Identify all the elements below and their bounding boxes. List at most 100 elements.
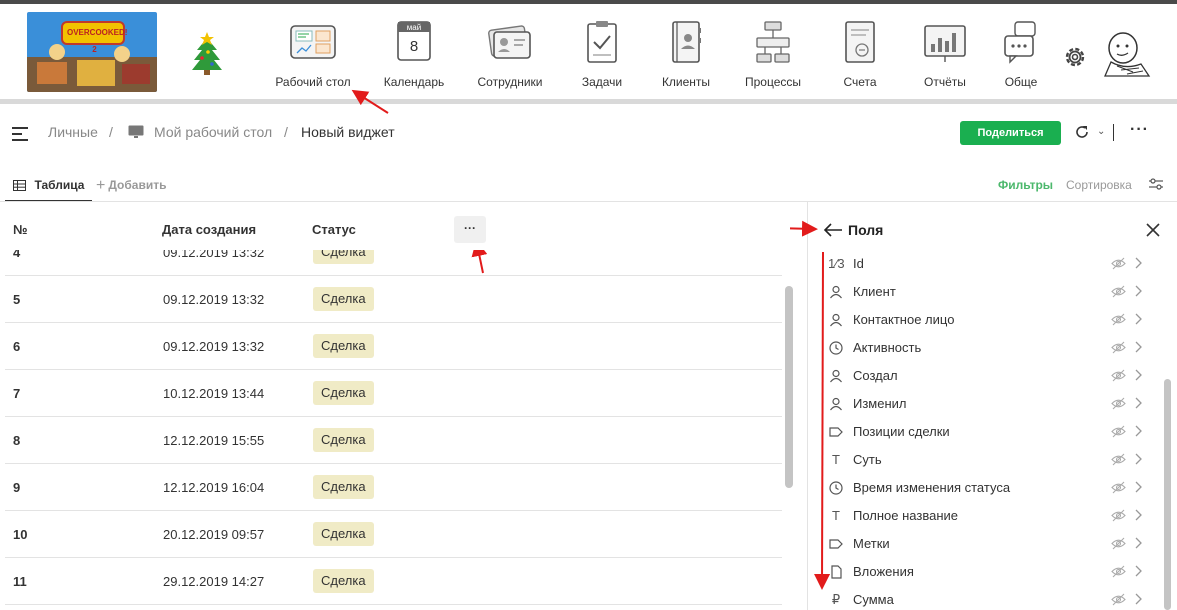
field-item[interactable]: Время изменения статуса	[826, 474, 1144, 502]
tab-table-label: Таблица	[34, 178, 85, 192]
table-scrollbar[interactable]	[785, 286, 793, 488]
chevron-right-icon[interactable]	[1134, 593, 1142, 605]
field-item[interactable]: T Полное название	[826, 502, 1144, 530]
chevron-right-icon[interactable]	[1134, 397, 1142, 409]
table-row[interactable]: 5 09.12.2019 13:32 Сделка	[5, 276, 782, 323]
nav-item-clients[interactable]: Клиенты	[641, 18, 731, 94]
hidden-eye-icon[interactable]	[1111, 341, 1126, 354]
field-item[interactable]: ₽ Сумма	[826, 586, 1144, 610]
add-view-button[interactable]: + Добавить	[96, 177, 166, 195]
hidden-eye-icon[interactable]	[1111, 397, 1126, 410]
monitor-icon	[128, 125, 144, 138]
filters-button[interactable]: Фильтры	[998, 178, 1053, 192]
column-header-created-date[interactable]: Дата создания	[162, 222, 256, 237]
field-item[interactable]: T Суть	[826, 446, 1144, 474]
hidden-eye-icon[interactable]	[1111, 285, 1126, 298]
hidden-eye-icon[interactable]	[1111, 565, 1126, 578]
field-item[interactable]: Позиции сделки	[826, 418, 1144, 446]
tab-table[interactable]: Таблица	[5, 172, 93, 202]
more-options-button[interactable]: ···	[1130, 121, 1149, 139]
field-item[interactable]: Изменил	[826, 390, 1144, 418]
nav-item-desktop[interactable]: Рабочий стол	[268, 18, 358, 94]
column-header-number[interactable]: №	[13, 222, 28, 237]
status-badge: Сделка	[313, 381, 374, 405]
hidden-eye-icon[interactable]	[1111, 593, 1126, 606]
employees-icon	[488, 25, 531, 59]
game-logo-image[interactable]: OVERCOOKED! 2	[27, 12, 157, 92]
column-header-status[interactable]: Статус	[312, 222, 356, 237]
field-item[interactable]: Вложения	[826, 558, 1144, 586]
gear-icon[interactable]	[1062, 44, 1088, 70]
refresh-icon[interactable]	[1074, 124, 1090, 140]
sort-button[interactable]: Сортировка	[1066, 178, 1132, 192]
chevron-right-icon[interactable]	[1134, 341, 1142, 353]
field-item[interactable]: Контактное лицо	[826, 306, 1144, 334]
nav-label: Задачи	[581, 75, 623, 89]
panel-scrollbar[interactable]	[1164, 379, 1171, 610]
refresh-dropdown-chevron-icon[interactable]: ⌄	[1097, 126, 1105, 137]
field-item[interactable]: Метки	[826, 530, 1144, 558]
breadcrumb-my-desktop[interactable]: Мой рабочий стол	[154, 124, 272, 140]
nav-item-processes[interactable]: Процессы	[728, 18, 818, 94]
nav-item-tasks[interactable]: Задачи	[557, 18, 647, 94]
toolbar-divider	[1113, 124, 1114, 141]
close-icon[interactable]	[1145, 222, 1161, 238]
chevron-right-icon[interactable]	[1134, 565, 1142, 577]
chevron-right-icon[interactable]	[1134, 313, 1142, 325]
hidden-eye-icon[interactable]	[1111, 425, 1126, 438]
hidden-eye-icon[interactable]	[1111, 313, 1126, 326]
table-row[interactable]: 10 20.12.2019 09:57 Сделка	[5, 511, 782, 558]
hidden-eye-icon[interactable]	[1111, 537, 1126, 550]
nav-label: Сотрудники	[477, 75, 543, 89]
breadcrumb-current: Новый виджет	[301, 124, 395, 140]
cell-number: 11	[13, 574, 27, 589]
status-badge: Сделка	[313, 287, 374, 311]
nav-item-invoices[interactable]: Счета	[815, 18, 905, 94]
field-item[interactable]: Клиент	[826, 278, 1144, 306]
share-button[interactable]: Поделиться	[960, 121, 1061, 145]
field-item[interactable]: Активность	[826, 334, 1144, 362]
avatar[interactable]	[1097, 26, 1155, 84]
calendar-month: май	[407, 23, 421, 32]
table-row[interactable]: 6 09.12.2019 13:32 Сделка	[5, 323, 782, 370]
menu-burger-icon[interactable]	[12, 127, 28, 141]
breadcrumb-personal[interactable]: Личные	[48, 124, 98, 140]
table-row[interactable]: 7 10.12.2019 13:44 Сделка	[5, 370, 782, 417]
table-row[interactable]: 9 12.12.2019 16:04 Сделка	[5, 464, 782, 511]
nav-item-reports[interactable]: Отчёты	[900, 18, 990, 94]
status-badge: Сделка	[313, 475, 374, 499]
field-item[interactable]: 1⁄3 Id	[826, 250, 1144, 278]
table-row[interactable]: 11 29.12.2019 14:27 Сделка	[5, 558, 782, 605]
back-arrow-icon[interactable]	[823, 222, 843, 238]
calendar-day: 8	[410, 38, 418, 55]
cell-number: 8	[13, 433, 21, 448]
chevron-right-icon[interactable]	[1134, 481, 1142, 493]
logo-text: OVERCOOKED! 2	[67, 28, 128, 54]
nav-item-general[interactable]: Обще	[986, 18, 1056, 94]
chevron-right-icon[interactable]	[1134, 509, 1142, 521]
columns-menu-button[interactable]: ···	[454, 216, 486, 243]
view-settings-sliders-icon[interactable]	[1149, 178, 1163, 191]
data-table: № Дата создания Статус ··· 4 09.12.2019 1…	[0, 202, 800, 610]
nav-label: Клиенты	[661, 75, 711, 89]
field-item[interactable]: Создал	[826, 362, 1144, 390]
status-badge: Сделка	[313, 334, 374, 358]
chevron-right-icon[interactable]	[1134, 453, 1142, 465]
chevron-right-icon[interactable]	[1134, 537, 1142, 549]
desktop-dashboard-icon	[290, 25, 336, 59]
chevron-right-icon[interactable]	[1134, 369, 1142, 381]
table-row[interactable]: 8 12.12.2019 15:55 Сделка	[5, 417, 782, 464]
hidden-eye-icon[interactable]	[1111, 453, 1126, 466]
chevron-right-icon[interactable]	[1134, 285, 1142, 297]
breadcrumb-separator: /	[284, 124, 288, 140]
nav-item-calendar[interactable]: май 8 Календарь	[369, 18, 459, 94]
nav-item-employees[interactable]: Сотрудники	[465, 18, 555, 94]
chevron-right-icon[interactable]	[1134, 425, 1142, 437]
hidden-eye-icon[interactable]	[1111, 369, 1126, 382]
cell-number: 7	[13, 386, 21, 401]
hidden-eye-icon[interactable]	[1111, 481, 1126, 494]
hidden-eye-icon[interactable]	[1111, 509, 1126, 522]
hidden-eye-icon[interactable]	[1111, 257, 1126, 270]
chevron-right-icon[interactable]	[1134, 257, 1142, 269]
cell-created-date: 12.12.2019 15:55	[163, 433, 265, 448]
